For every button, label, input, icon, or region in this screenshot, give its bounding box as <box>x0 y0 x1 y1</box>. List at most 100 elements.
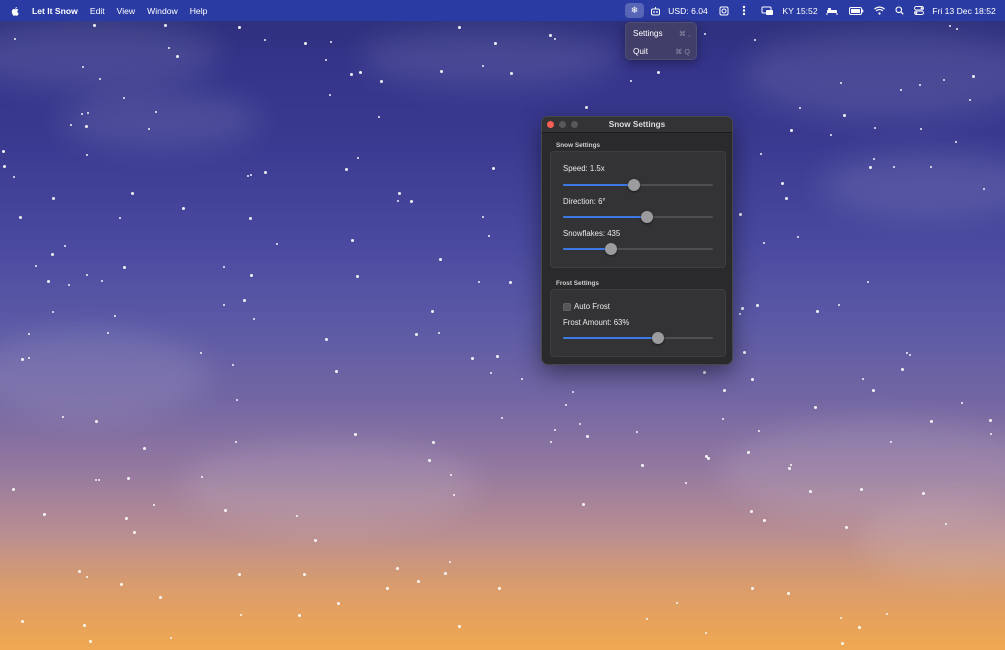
snowflake <box>830 134 832 136</box>
snowflake <box>223 266 225 268</box>
snowflake <box>872 389 875 392</box>
snowflake <box>838 304 840 306</box>
snowflake <box>52 197 55 200</box>
snowflake <box>450 474 452 476</box>
slider-knob[interactable] <box>641 211 653 223</box>
snowflake <box>131 192 134 195</box>
direction-slider[interactable] <box>563 211 713 223</box>
menu-item-label: Settings <box>633 28 663 38</box>
snowflake <box>86 154 88 156</box>
battery-icon[interactable] <box>848 0 864 21</box>
snowflake <box>86 274 88 276</box>
snowflake <box>930 420 933 423</box>
snowflake <box>182 207 185 210</box>
snowflake <box>579 423 581 425</box>
slider-knob[interactable] <box>627 179 640 191</box>
wifi-icon[interactable] <box>873 0 885 21</box>
clock-status[interactable]: KY 15:52 <box>782 0 817 21</box>
snowflake <box>797 236 799 238</box>
snowflake <box>890 441 892 443</box>
snowflake <box>582 503 585 506</box>
snowflake <box>763 242 765 244</box>
snowflake <box>873 158 875 160</box>
snowflake <box>133 531 136 534</box>
snowflake <box>170 637 172 639</box>
snowflake <box>296 515 298 517</box>
window-titlebar[interactable]: Snow Settings <box>542 117 732 133</box>
snowflake <box>432 441 435 444</box>
snowflake <box>95 479 97 481</box>
snowflake <box>449 561 451 563</box>
camera-frame-icon[interactable] <box>718 0 730 21</box>
snowflake <box>509 281 512 284</box>
window-title: Snow Settings <box>608 120 666 129</box>
snowflake <box>78 570 81 573</box>
snowflake <box>886 613 888 615</box>
snowflake <box>983 188 985 190</box>
snowflake <box>862 378 864 380</box>
snowflake <box>3 165 6 168</box>
snow-settings-window: Snow Settings Snow Settings Speed: 1.5x … <box>541 116 733 365</box>
snowflake <box>410 200 413 203</box>
snowflake <box>646 618 648 620</box>
snowflake <box>763 519 766 522</box>
snowflake <box>494 42 497 45</box>
frost-amount-slider[interactable] <box>563 332 713 344</box>
slider-fill <box>563 337 658 339</box>
snowflake <box>641 464 644 467</box>
snowflakes-slider[interactable] <box>563 243 713 255</box>
menu-item-quit[interactable]: Quit ⌘ Q <box>633 44 690 58</box>
snowflake <box>153 504 155 506</box>
snowflake <box>62 416 64 418</box>
snowflake <box>893 166 895 168</box>
snowflake <box>743 351 746 354</box>
control-center-icon[interactable] <box>913 0 925 21</box>
slider-knob[interactable] <box>605 243 617 255</box>
snowflake <box>703 371 706 374</box>
snowflake <box>440 70 443 73</box>
snowflake <box>82 66 84 68</box>
snowflake <box>12 488 15 491</box>
usd-status[interactable]: USD: 6.04 <box>668 0 708 21</box>
snowflake <box>330 41 332 43</box>
slider-knob[interactable] <box>651 332 664 344</box>
snowflake <box>816 310 819 313</box>
snowflake <box>636 431 638 433</box>
vertical-dots-icon[interactable] <box>740 0 748 21</box>
speed-slider[interactable] <box>563 179 713 191</box>
snowflake <box>919 84 921 86</box>
snowflake <box>127 477 130 480</box>
snowflake <box>19 216 22 219</box>
snowflake <box>949 25 951 27</box>
snowflake <box>120 583 123 586</box>
snowflake <box>972 75 975 78</box>
date-time[interactable]: Fri 13 Dec 18:52 <box>932 0 996 21</box>
snowflake <box>900 89 902 91</box>
bed-icon[interactable] <box>826 0 838 21</box>
snowflake <box>125 517 128 520</box>
snowflake <box>236 399 238 401</box>
snowflake <box>428 459 431 462</box>
snowflake <box>378 116 380 118</box>
snowflake <box>550 441 552 443</box>
snowflake <box>155 111 157 113</box>
snowflake <box>840 82 842 84</box>
spotlight-search-icon[interactable] <box>894 0 904 21</box>
snowflake <box>243 299 246 302</box>
snowflake <box>417 580 420 583</box>
snowflake <box>28 333 30 335</box>
robot-icon[interactable] <box>648 0 662 21</box>
snowflake <box>955 141 957 143</box>
auto-frost-row[interactable]: Auto Frost <box>563 302 610 311</box>
snowflake <box>496 355 499 358</box>
slider-fill <box>563 248 611 250</box>
snowflake <box>14 38 16 40</box>
menu-item-settings[interactable]: Settings ⌘ , <box>633 26 690 40</box>
auto-frost-checkbox[interactable] <box>563 302 571 311</box>
snowflake-status-icon[interactable]: ❄ <box>625 3 644 18</box>
snowflake <box>790 129 793 132</box>
snowflake <box>168 47 170 49</box>
car-display-icon[interactable] <box>760 0 774 21</box>
snowflake <box>901 368 904 371</box>
snowflake <box>747 451 750 454</box>
